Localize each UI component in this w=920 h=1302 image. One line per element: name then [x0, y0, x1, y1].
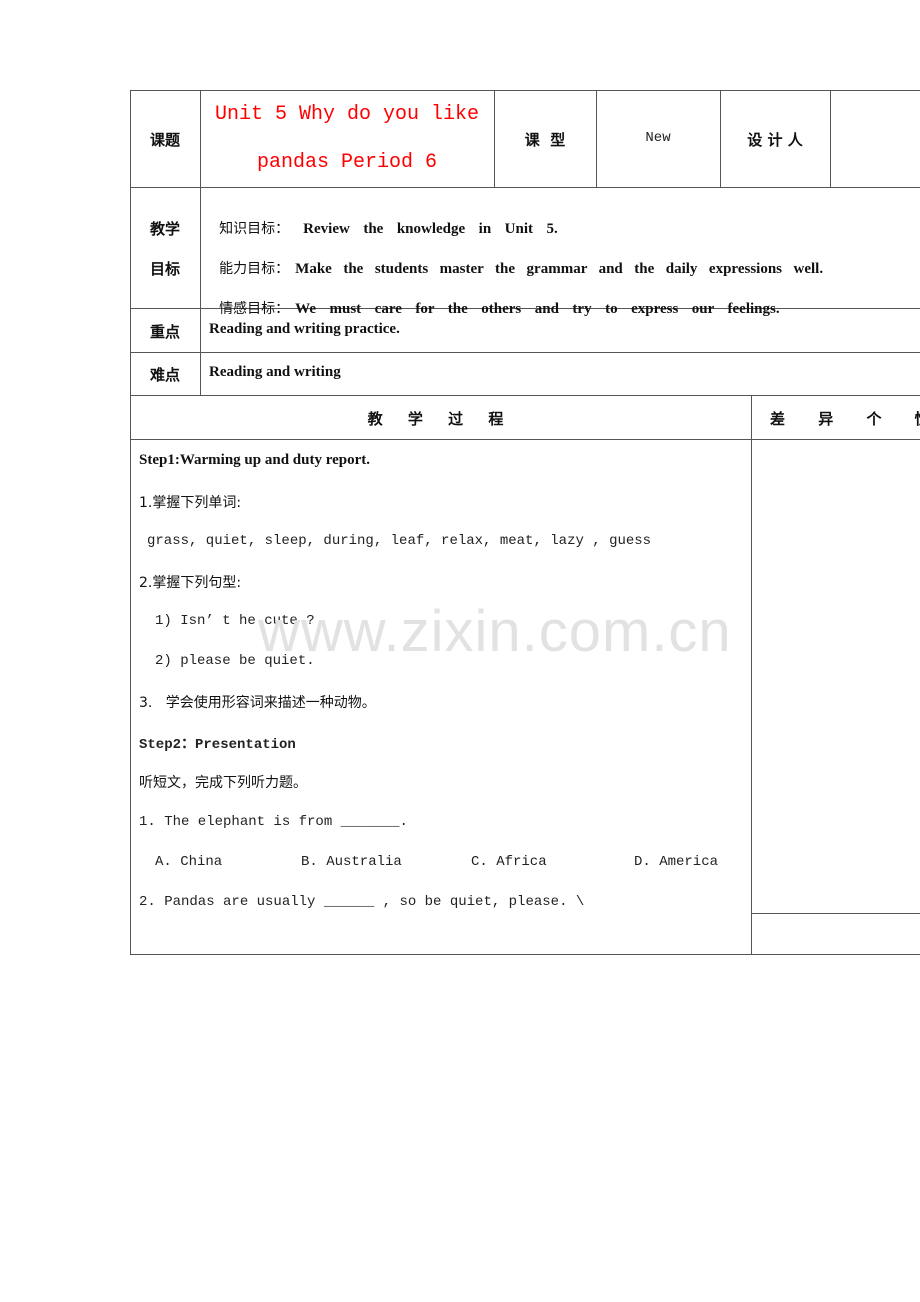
topic-title-line2: pandas Period 6: [256, 151, 438, 174]
objective-emotion-text: We must care for the others and try to e…: [295, 301, 780, 317]
differentiation-header: 差 异 个 性: [770, 410, 920, 428]
label-column-divider: [200, 90, 201, 395]
lesson-type-label: 课 型: [524, 131, 566, 149]
objective-knowledge-text: Review the knowledge in Unit 5.: [303, 221, 558, 237]
row-divider: [130, 352, 920, 353]
objectives-label-line1: 教学: [149, 220, 180, 238]
question-1-option-a: A. China: [155, 854, 223, 870]
objective-emotion: 情感目标： We must care for the others and try…: [209, 279, 780, 318]
objectives-label-line2: 目标: [149, 260, 180, 278]
row-divider: [130, 187, 920, 188]
sentence-patterns-heading: 2.掌握下列句型:: [139, 575, 242, 591]
topic-title-line1: Unit 5 Why do you like: [214, 103, 480, 126]
question-1-option-b: B. Australia: [301, 854, 402, 870]
objective-knowledge: 知识目标： Review the knowledge in Unit 5.: [209, 199, 558, 238]
objective-ability-text: Make the students master the grammar and…: [295, 261, 824, 277]
table-bottom-border: [130, 954, 920, 955]
step2-title: Step2：Presentation: [139, 737, 296, 753]
describe-animal-objective: 3. 学会使用形容词来描述一种动物。: [139, 695, 376, 711]
teaching-process-header: 教 学 过 程: [367, 410, 514, 428]
designer-label: 设 计 人: [747, 131, 803, 149]
question-1: 1. The elephant is from _______.: [139, 814, 408, 830]
difficult-point-label: 难点: [149, 366, 180, 384]
objective-ability: 能力目标： Make the students master the gramma…: [209, 239, 823, 278]
watermark: www.zixin.com.cn: [258, 599, 732, 664]
row-divider: [130, 395, 920, 396]
lesson-type-value: New: [645, 130, 671, 146]
difficult-point-text: Reading and writing: [209, 364, 341, 380]
sentence-pattern: 2) please be quiet.: [155, 653, 315, 669]
question-2: 2. Pandas are usually ______ , so be qui…: [139, 894, 585, 910]
sentence-pattern: 1) Isn’ t he cute ?: [155, 613, 315, 629]
key-point-label: 重点: [149, 323, 180, 341]
objective-emotion-label: 情感目标：: [219, 301, 290, 317]
step1-title: Step1:Warming up and duty report.: [139, 452, 371, 468]
listening-instruction: 听短文，完成下列听力题。: [139, 775, 307, 791]
objective-ability-label: 能力目标：: [219, 261, 290, 277]
process-column-divider: [751, 395, 752, 955]
key-point-text: Reading and writing practice.: [209, 321, 400, 337]
vocab-heading: 1.掌握下列单词:: [139, 495, 242, 511]
objective-knowledge-label: 知识目标：: [219, 221, 290, 237]
row-divider: [130, 439, 920, 440]
question-1-option-d: D. America: [634, 854, 719, 870]
vocab-word-list: grass, quiet, sleep, during, leaf, relax…: [147, 533, 652, 549]
topic-label: 课题: [149, 131, 180, 149]
column-divider: [830, 90, 831, 187]
side-cell-divider: [751, 913, 920, 914]
question-1-option-c: C. Africa: [471, 854, 547, 870]
table-top-border: [130, 90, 920, 91]
